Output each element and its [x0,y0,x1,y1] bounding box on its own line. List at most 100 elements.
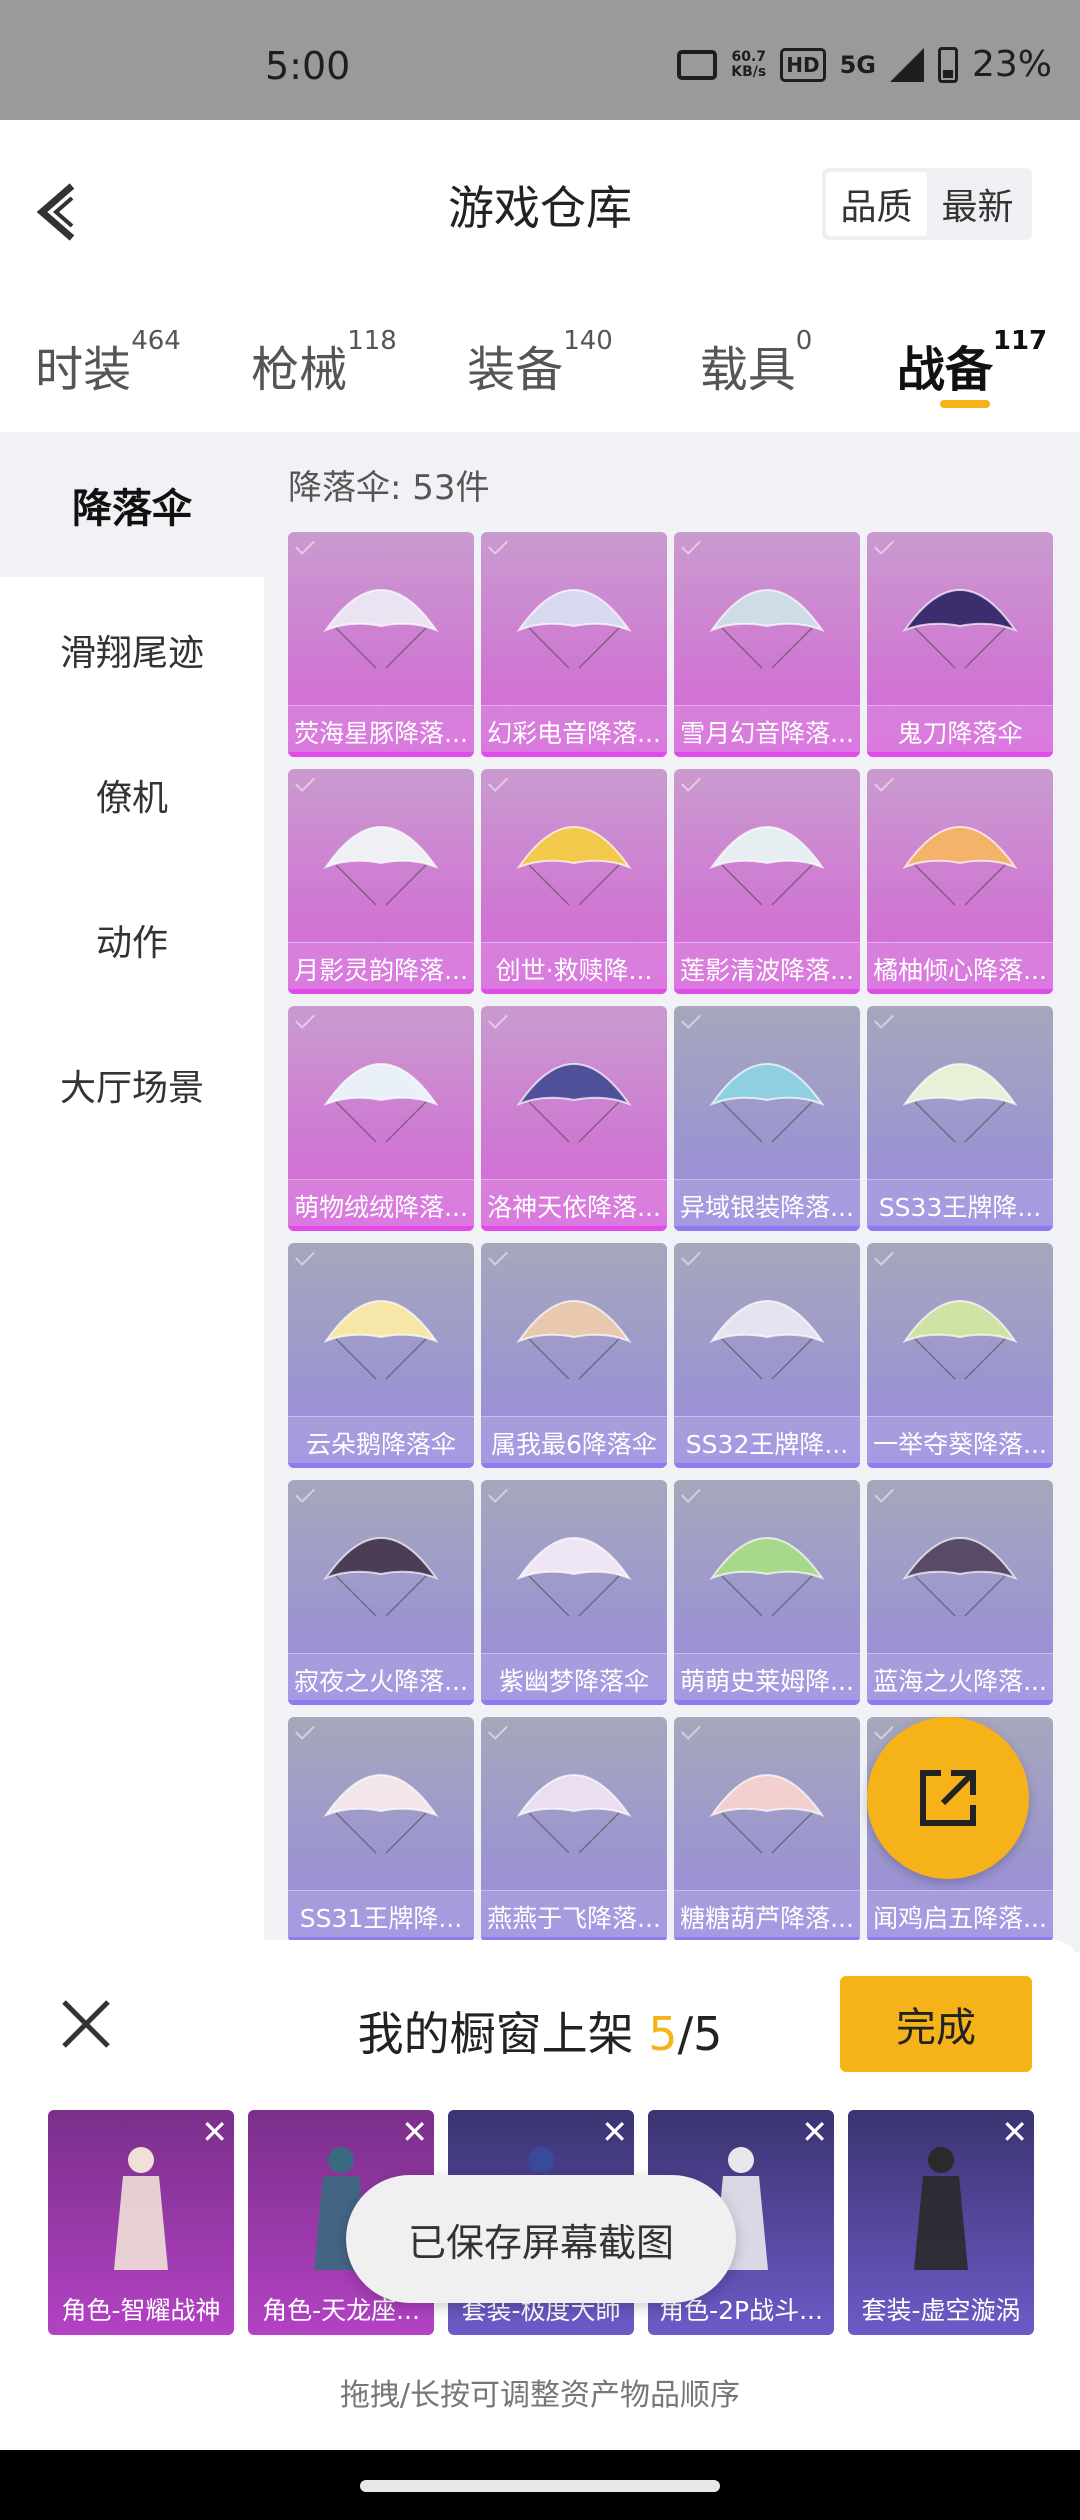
check-icon [874,1246,894,1266]
tab-count: 117 [992,326,1048,356]
parachute-item-card[interactable]: 莲影清波降落... [674,769,860,994]
parachute-item-card[interactable]: 幻彩电音降落... [481,532,667,757]
home-gesture-bar[interactable] [360,2480,720,2492]
tab-fashion[interactable]: 时装464 [0,310,216,430]
parachute-item-card[interactable]: 月影灵韵降落... [288,769,474,994]
parachute-item-card[interactable]: 橘柚倾心降落... [867,769,1053,994]
parachute-icon [709,589,825,669]
item-name: 创世·救赎降... [481,942,667,994]
net-speed-value: 60.7 [731,48,767,65]
parachute-item-card[interactable]: SS33王牌降... [867,1006,1053,1231]
sidebar-item-emote[interactable]: 动作 [0,867,264,1012]
parachute-item-card[interactable]: 紫幽梦降落伞 [481,1480,667,1705]
tab-label: 枪械 [251,342,348,398]
parachute-item-card[interactable]: SS32王牌降... [674,1243,860,1468]
parachute-item-card[interactable]: 萌萌史莱姆降... [674,1480,860,1705]
check-icon [295,1483,315,1503]
check-icon [488,1009,508,1029]
check-icon [295,1720,315,1740]
tab-equipment[interactable]: 装备140 [432,310,648,430]
rarity-bar [288,1463,474,1468]
parachute-item-card[interactable]: 洛神天依降落... [481,1006,667,1231]
sidebar-item-lobby-scene[interactable]: 大厅场景 [0,1012,264,1157]
showcase-separator: / [677,2007,694,2061]
showcase-item-card[interactable]: ✕ 套装-虚空漩涡 [848,2110,1034,2335]
sidebar: 降落伞 滑翔尾迹 僚机 动作 大厅场景 [0,432,264,1952]
rarity-bar [288,752,474,757]
showcase-total-count: 5 [693,2007,723,2061]
sort-newest-button[interactable]: 最新 [927,172,1028,236]
screenshot-saved-toast: 已保存屏幕截图 [346,2175,736,2303]
check-icon [874,1009,894,1029]
check-icon [488,1483,508,1503]
status-bar: 5:00 60.7 KB/s HD 5G 23% [0,0,1080,120]
tab-label: 时装 [35,342,132,398]
rarity-bar [867,752,1053,757]
parachute-icon [709,1774,825,1854]
parachute-item-card[interactable]: 属我最6降落伞 [481,1243,667,1468]
parachute-icon [709,1537,825,1617]
item-name: 寂夜之火降落... [288,1653,474,1705]
parachute-icon [323,1063,439,1143]
parachute-item-card[interactable]: 荧海星豚降落... [288,532,474,757]
category-tabs: 时装464 枪械118 装备140 载具0 战备117 [0,310,1080,430]
rarity-bar [674,989,860,994]
check-icon [488,535,508,555]
parachute-item-card[interactable]: 创世·救赎降... [481,769,667,994]
sort-quality-button[interactable]: 品质 [826,172,927,236]
check-icon [488,1720,508,1740]
item-name: 燕燕于飞降落... [481,1890,667,1942]
remove-icon[interactable]: ✕ [801,2116,828,2148]
tab-vehicles[interactable]: 载具0 [648,310,864,430]
network-5g-icon: 5G [839,50,876,79]
parachute-item-card[interactable]: 雪月幻音降落... [674,532,860,757]
parachute-icon [516,1300,632,1380]
tab-label: 装备 [467,342,564,398]
parachute-item-card[interactable]: 异域银装降落... [674,1006,860,1231]
parachute-item-card[interactable]: SS31王牌降... [288,1717,474,1942]
parachute-icon [323,1537,439,1617]
remove-icon[interactable]: ✕ [401,2116,428,2148]
item-name: 莲影清波降落... [674,942,860,994]
parachute-icon [516,826,632,906]
parachute-icon [902,1300,1018,1380]
tab-count: 0 [795,326,813,356]
item-name: 糖糖葫芦降落... [674,1890,860,1942]
parachute-item-card[interactable]: 燕燕于飞降落... [481,1717,667,1942]
item-name: 闻鸡启五降落... [867,1890,1053,1942]
header: 游戏仓库 品质 最新 [0,120,1080,290]
remove-icon[interactable]: ✕ [201,2116,228,2148]
showcase-item-card[interactable]: ✕ 角色-智耀战神 [48,2110,234,2335]
done-button[interactable]: 完成 [840,1976,1032,2072]
net-speed-unit: KB/s [731,63,767,80]
rarity-bar [674,752,860,757]
share-fab[interactable] [867,1717,1029,1879]
sidebar-item-glide-trail[interactable]: 滑翔尾迹 [0,577,264,722]
share-icon [920,1770,976,1826]
remove-icon[interactable]: ✕ [601,2116,628,2148]
tab-guns[interactable]: 枪械118 [216,310,432,430]
parachute-item-card[interactable]: 寂夜之火降落... [288,1480,474,1705]
parachute-item-card[interactable]: 鬼刀降落伞 [867,532,1053,757]
parachute-item-card[interactable]: 糖糖葫芦降落... [674,1717,860,1942]
item-name: SS32王牌降... [674,1416,860,1468]
parachute-item-card[interactable]: 一举夺葵降落... [867,1243,1053,1468]
parachute-item-card[interactable]: 蓝海之火降落... [867,1480,1053,1705]
navigation-bar [0,2450,1080,2520]
sidebar-item-parachute[interactable]: 降落伞 [0,432,264,577]
vibrate-icon [677,49,718,80]
parachute-icon [902,1063,1018,1143]
sidebar-item-wingman[interactable]: 僚机 [0,722,264,867]
check-icon [295,772,315,792]
check-icon [874,1483,894,1503]
item-name: 属我最6降落伞 [481,1416,667,1468]
rarity-bar [674,1463,860,1468]
parachute-item-card[interactable]: 萌物绒绒降落... [288,1006,474,1231]
remove-icon[interactable]: ✕ [1001,2116,1028,2148]
parachute-icon [323,589,439,669]
item-name: 萌物绒绒降落... [288,1179,474,1231]
tab-battle-gear[interactable]: 战备117 [864,310,1080,430]
tab-count: 118 [347,326,397,356]
parachute-item-card[interactable]: 云朵鹅降落伞 [288,1243,474,1468]
parachute-icon [902,826,1018,906]
